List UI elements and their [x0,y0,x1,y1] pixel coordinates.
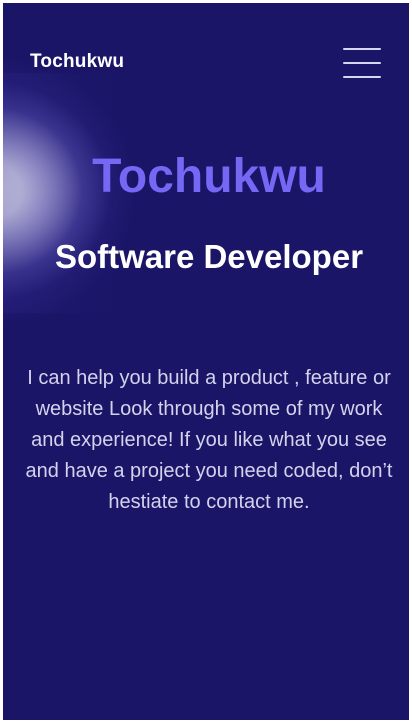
menu-button[interactable] [340,45,384,81]
page-frame: Tochukwu Tochukwu Software Developer I c… [3,3,409,720]
hero-role: Software Developer [54,238,364,275]
brand-logo-text[interactable]: Tochukwu [30,51,124,73]
hero-name: Tochukwu [92,150,326,203]
hero-intro-text: I can help you build a product , feature… [25,367,393,513]
